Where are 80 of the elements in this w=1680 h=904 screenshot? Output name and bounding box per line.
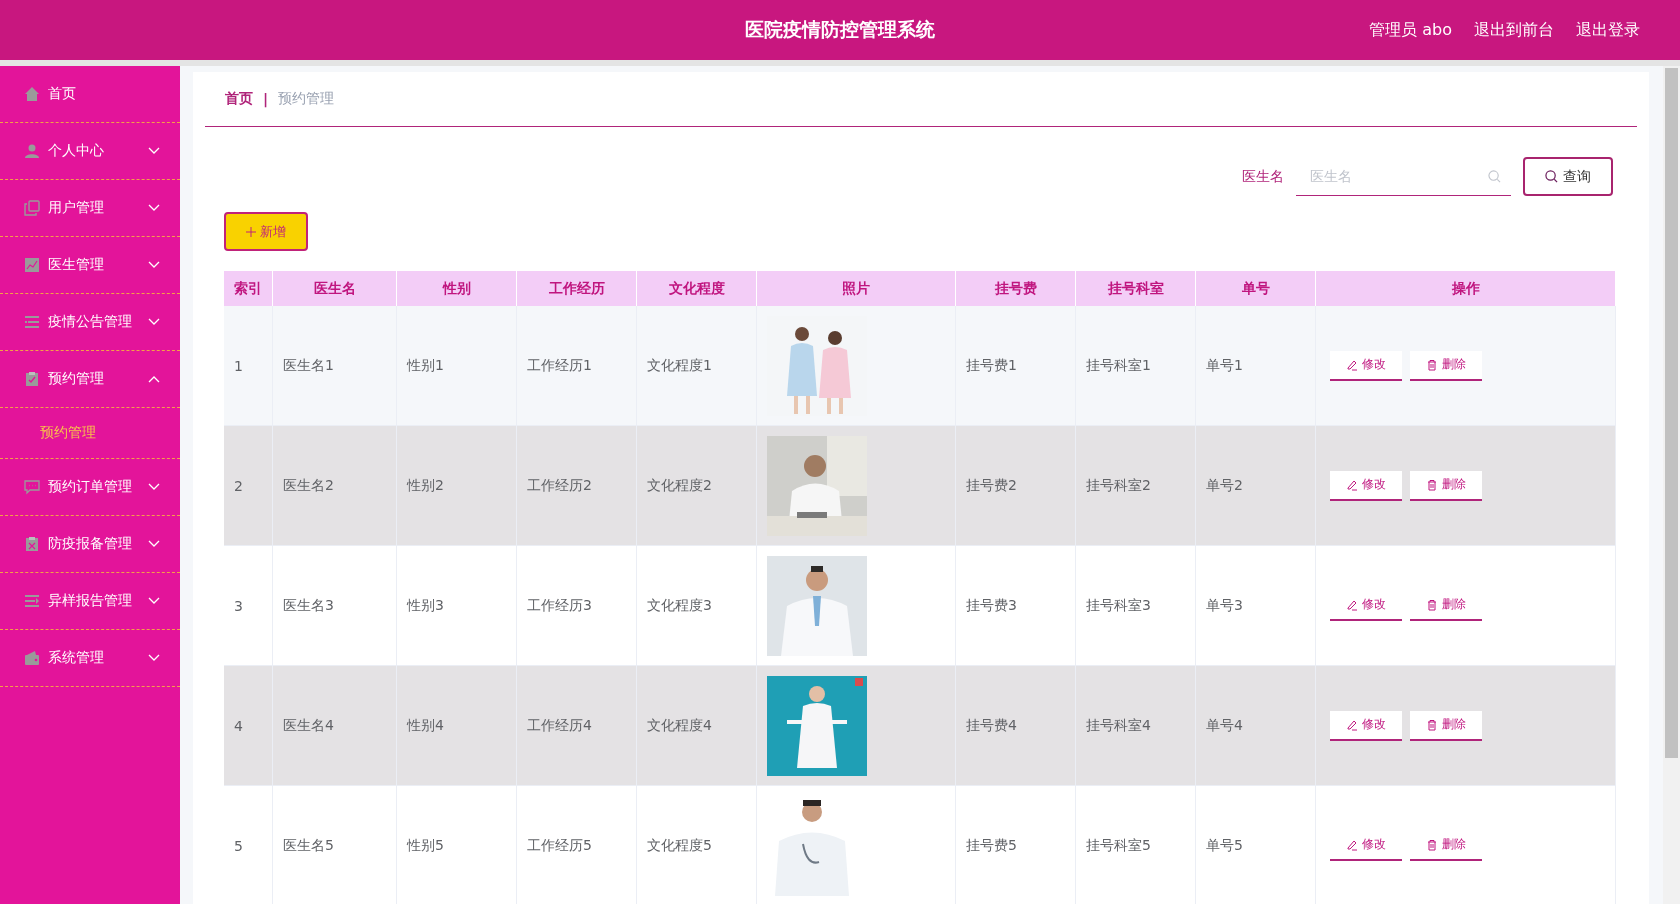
- pencil-icon: [1346, 838, 1358, 851]
- table-cell: 工作经历1: [527, 356, 592, 375]
- edit-button[interactable]: 修改: [1330, 350, 1402, 381]
- table-cell: 1: [234, 357, 243, 374]
- table-cell: 2: [234, 477, 243, 494]
- clipboard-icon: [24, 371, 40, 387]
- add-button[interactable]: 新增: [224, 212, 308, 251]
- table-cell: 5: [234, 837, 243, 854]
- scrollbar[interactable]: [1663, 66, 1680, 904]
- table-cell: 挂号科室3: [1086, 596, 1151, 615]
- chat-icon: [24, 479, 40, 495]
- table-cell: 工作经历5: [527, 836, 592, 855]
- chart-icon: [24, 257, 40, 273]
- delete-button[interactable]: 删除: [1410, 710, 1482, 741]
- breadcrumb-separator: |: [263, 91, 269, 107]
- copy-icon: [24, 200, 40, 216]
- home-icon: [24, 86, 40, 102]
- table-cell: 文化程度3: [647, 596, 712, 615]
- edit-button[interactable]: 修改: [1330, 470, 1402, 501]
- table-cell: 医生名2: [283, 476, 334, 495]
- pencil-icon: [1346, 358, 1358, 371]
- trash-icon: [1426, 598, 1438, 611]
- table-cell: 挂号费2: [966, 476, 1017, 495]
- trash-icon: [1426, 838, 1438, 851]
- table-cell: 工作经历3: [527, 596, 592, 615]
- app-title: 医院疫情防控管理系统: [745, 17, 935, 42]
- breadcrumb-item: 预约管理: [278, 90, 335, 108]
- search-button[interactable]: 查询: [1523, 157, 1613, 196]
- plus-icon: [246, 226, 256, 237]
- table-cell: 医生名4: [283, 716, 334, 735]
- pencil-icon: [1346, 478, 1358, 491]
- trash-icon: [1426, 478, 1438, 491]
- header-link[interactable]: 管理员 abo: [1369, 19, 1452, 41]
- table-cell: 单号2: [1206, 476, 1243, 495]
- table-cell: 医生名5: [283, 836, 334, 855]
- table-cell: 工作经历4: [527, 716, 592, 735]
- table-cell: 挂号科室4: [1086, 716, 1151, 735]
- table-cell: 挂号科室1: [1086, 356, 1151, 375]
- table-cell: 单号5: [1206, 836, 1243, 855]
- table-cell: 性别4: [407, 716, 444, 735]
- breadcrumb-item[interactable]: 首页: [225, 90, 253, 108]
- search-icon: [1488, 169, 1501, 183]
- delete-button[interactable]: 删除: [1410, 470, 1482, 501]
- table-cell: 性别2: [407, 476, 444, 495]
- table-cell: 单号1: [1206, 356, 1243, 375]
- search-icon: [1545, 170, 1558, 183]
- search-label: 医生名: [1242, 167, 1284, 186]
- table-cell: 挂号费1: [966, 356, 1017, 375]
- table-cell: 单号4: [1206, 716, 1243, 735]
- search-field[interactable]: 医生名: [1296, 157, 1511, 196]
- delete-button[interactable]: 删除: [1410, 350, 1482, 381]
- table-cell: 性别1: [407, 356, 444, 375]
- header-link[interactable]: 退出到前台: [1474, 19, 1554, 41]
- table-cell: 医生名3: [283, 596, 334, 615]
- table-cell: 挂号费4: [966, 716, 1017, 735]
- table-cell: 4: [234, 717, 243, 734]
- table-cell: 文化程度4: [647, 716, 712, 735]
- table-cell: 文化程度2: [647, 476, 712, 495]
- pencil-icon: [1346, 598, 1358, 611]
- table-cell: 医生名1: [283, 356, 334, 375]
- list-icon: [24, 314, 40, 330]
- wallet-icon: [24, 650, 40, 666]
- table-cell: 文化程度1: [647, 356, 712, 375]
- trash-icon: [1426, 718, 1438, 731]
- header-link[interactable]: 退出登录: [1576, 19, 1640, 41]
- table-cell: 挂号科室5: [1086, 836, 1151, 855]
- submenu-item[interactable]: 预约管理: [0, 408, 180, 458]
- trash-icon: [1426, 358, 1438, 371]
- table-cell: 文化程度5: [647, 836, 712, 855]
- table-cell: 性别3: [407, 596, 444, 615]
- table-cell: 挂号费5: [966, 836, 1017, 855]
- table-cell: 单号3: [1206, 596, 1243, 615]
- table-cell: 挂号费3: [966, 596, 1017, 615]
- table-cell: 性别5: [407, 836, 444, 855]
- edit-button[interactable]: 修改: [1330, 710, 1402, 741]
- user-icon: [24, 143, 40, 159]
- table-cell: 工作经历2: [527, 476, 592, 495]
- table-cell: 3: [234, 597, 243, 614]
- table-cell: 挂号科室2: [1086, 476, 1151, 495]
- pencil-icon: [1346, 718, 1358, 731]
